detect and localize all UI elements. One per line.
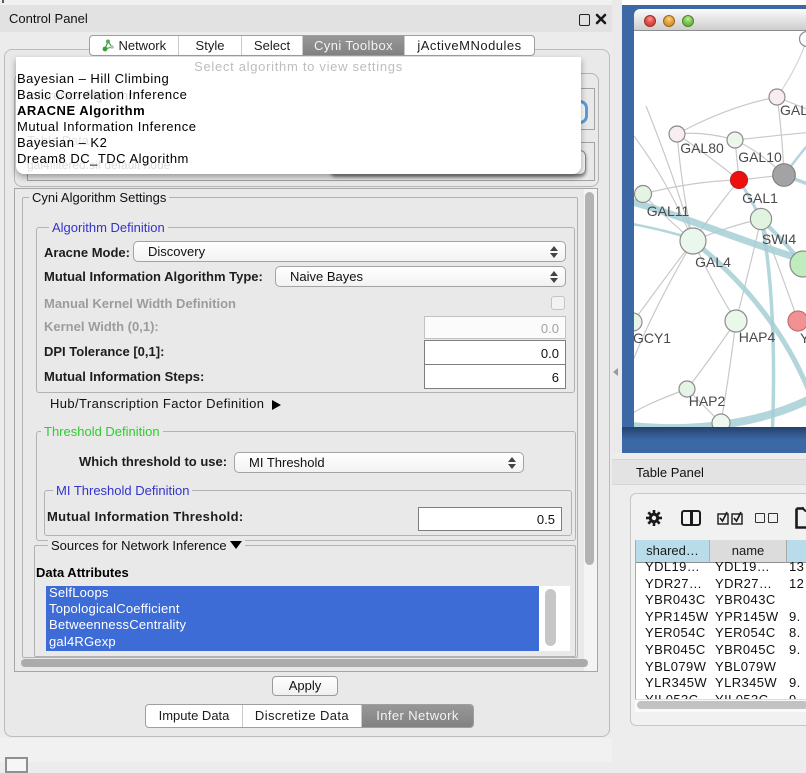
svg-text:HAP2: HAP2 bbox=[689, 393, 726, 409]
svg-text:Y: Y bbox=[800, 330, 806, 346]
svg-text:HAP4: HAP4 bbox=[739, 329, 776, 345]
svg-text:SWI4: SWI4 bbox=[762, 231, 796, 247]
svg-text:GAL1: GAL1 bbox=[742, 190, 778, 206]
svg-text:GAL4: GAL4 bbox=[695, 254, 731, 270]
svg-text:GCY1: GCY1 bbox=[634, 330, 671, 346]
svg-text:GAL10: GAL10 bbox=[738, 149, 782, 165]
svg-text:GAL11: GAL11 bbox=[647, 203, 690, 219]
svg-text:GAL80: GAL80 bbox=[680, 140, 724, 156]
svg-text:GAL: GAL bbox=[780, 102, 806, 118]
